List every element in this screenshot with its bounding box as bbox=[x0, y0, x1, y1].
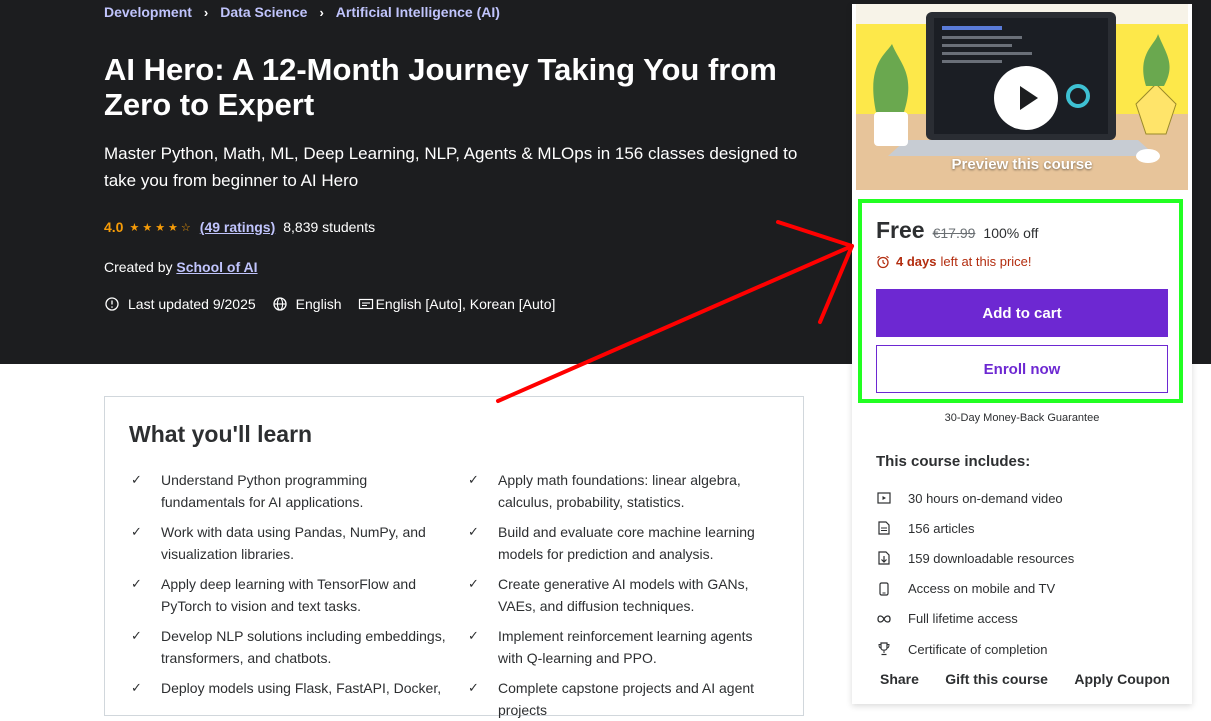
list-item-text: 159 downloadable resources bbox=[908, 550, 1075, 566]
includes-title: This course includes: bbox=[876, 453, 1031, 470]
list-item: ✓ Deploy models using Flask, FastAPI, Doc… bbox=[129, 677, 466, 721]
check-icon: ✓ bbox=[468, 524, 479, 539]
check-icon: ✓ bbox=[468, 576, 479, 591]
includes-list: 30 hours on-demand video 156 articles 15… bbox=[876, 483, 1176, 664]
list-item: ✓ Build and evaluate core machine learnin… bbox=[466, 521, 781, 565]
star-rating-icon: ★★★★☆ bbox=[129, 221, 194, 234]
check-icon: ✓ bbox=[131, 472, 142, 487]
created-by: Created by School of AI bbox=[104, 259, 258, 275]
download-icon bbox=[878, 551, 890, 566]
what-you-learn-title: What you'll learn bbox=[129, 421, 313, 447]
rating-row: 4.0 ★★★★☆ (49 ratings) 8,839 students bbox=[104, 219, 375, 235]
list-item: ✓ Work with data using Pandas, NumPy, and… bbox=[129, 521, 466, 565]
share-link[interactable]: Share bbox=[880, 671, 919, 687]
list-item-text: Develop NLP solutions including embeddin… bbox=[161, 628, 446, 666]
students-count: 8,839 students bbox=[283, 219, 376, 235]
list-item: ✓ Complete capstone projects and AI agent… bbox=[466, 677, 781, 721]
purchase-sidebar: Preview this course Free €17.99 100% off… bbox=[852, 4, 1192, 704]
list-item: ✓ Develop NLP solutions including embeddi… bbox=[129, 625, 466, 669]
list-item-text: Full lifetime access bbox=[908, 611, 1018, 627]
learn-list: ✓ Understand Python programming fundament… bbox=[129, 469, 781, 721]
ratings-count-link[interactable]: (49 ratings) bbox=[200, 219, 275, 235]
breadcrumb-development[interactable]: Development bbox=[104, 4, 192, 20]
sidebar-links: Share Gift this course Apply Coupon bbox=[880, 671, 1170, 687]
chevron-right-icon: › bbox=[203, 4, 209, 20]
course-captions: English [Auto], Korean [Auto] bbox=[358, 296, 556, 312]
alert-badge-icon bbox=[105, 297, 119, 311]
list-item-text: 30 hours on-demand video bbox=[908, 490, 1063, 506]
apply-coupon-link[interactable]: Apply Coupon bbox=[1074, 671, 1170, 687]
list-item: ✓ Understand Python programming fundament… bbox=[129, 469, 466, 513]
list-item: 159 downloadable resources bbox=[876, 543, 1176, 573]
list-item-text: Apply math foundations: linear algebra, … bbox=[498, 472, 741, 510]
check-icon: ✓ bbox=[131, 576, 142, 591]
last-updated-text: Last updated 9/2025 bbox=[128, 296, 256, 312]
what-you-learn-box: What you'll learn ✓ Understand Python pro… bbox=[104, 396, 804, 718]
breadcrumb: Development › Data Science › Artificial … bbox=[104, 4, 500, 20]
list-item: ✓ Implement reinforcement learning agents… bbox=[466, 625, 781, 669]
check-icon: ✓ bbox=[131, 628, 142, 643]
course-meta: Last updated 9/2025 English English [Aut… bbox=[104, 296, 571, 312]
course-subtitle: Master Python, Math, ML, Deep Learning, … bbox=[104, 144, 798, 190]
trophy-icon bbox=[878, 642, 890, 656]
preview-label: Preview this course bbox=[951, 156, 1093, 173]
globe-icon bbox=[273, 297, 287, 311]
rating-value: 4.0 bbox=[104, 219, 124, 235]
infinity-icon bbox=[877, 615, 891, 623]
list-item: 156 articles bbox=[876, 513, 1176, 543]
list-item: Certificate of completion bbox=[876, 634, 1176, 664]
play-icon bbox=[1020, 86, 1038, 110]
list-item-text: Complete capstone projects and AI agent … bbox=[498, 680, 755, 718]
list-item: Access on mobile and TV bbox=[876, 574, 1176, 604]
list-item-text: Access on mobile and TV bbox=[908, 581, 1056, 597]
play-button[interactable] bbox=[994, 66, 1058, 130]
author-link[interactable]: School of AI bbox=[176, 259, 257, 275]
list-item-text: Understand Python programming fundamenta… bbox=[161, 472, 368, 510]
chevron-right-icon: › bbox=[319, 4, 324, 20]
check-icon: ✓ bbox=[131, 524, 142, 539]
course-title: AI Hero: A 12-Month Journey Taking You f… bbox=[104, 52, 777, 122]
created-by-label: Created by bbox=[104, 259, 173, 275]
last-updated: Last updated 9/2025 bbox=[104, 296, 256, 312]
list-item: Full lifetime access bbox=[876, 604, 1176, 634]
list-item: 30 hours on-demand video bbox=[876, 483, 1176, 513]
list-item-text: Apply deep learning with TensorFlow and … bbox=[161, 576, 417, 614]
list-item: ✓ Apply math foundations: linear algebra,… bbox=[466, 469, 781, 513]
course-preview[interactable]: Preview this course bbox=[856, 4, 1188, 190]
captions-icon bbox=[358, 298, 373, 310]
list-item-text: Create generative AI models with GANs, V… bbox=[498, 576, 749, 614]
check-icon: ✓ bbox=[468, 472, 479, 487]
list-item-text: Work with data using Pandas, NumPy, and … bbox=[161, 524, 426, 562]
article-icon bbox=[878, 521, 890, 535]
list-item-text: Certificate of completion bbox=[908, 641, 1048, 657]
check-icon: ✓ bbox=[131, 680, 142, 695]
check-icon: ✓ bbox=[468, 628, 479, 643]
list-item-text: Deploy models using Flask, FastAPI, Dock… bbox=[161, 680, 442, 696]
breadcrumb-ai[interactable]: Artificial Intelligence (AI) bbox=[336, 4, 500, 20]
money-back-guarantee: 30-Day Money-Back Guarantee bbox=[944, 412, 1100, 424]
list-item: ✓ Apply deep learning with TensorFlow and… bbox=[129, 573, 466, 617]
list-item-text: Build and evaluate core machine learning… bbox=[498, 524, 755, 562]
video-icon bbox=[877, 492, 891, 504]
breadcrumb-data-science[interactable]: Data Science bbox=[220, 4, 307, 20]
mobile-icon bbox=[879, 582, 889, 596]
check-icon: ✓ bbox=[468, 680, 479, 695]
language-text: English bbox=[295, 296, 342, 312]
gift-course-link[interactable]: Gift this course bbox=[945, 671, 1048, 687]
list-item-text: 156 articles bbox=[908, 520, 975, 536]
course-language: English bbox=[272, 296, 342, 312]
list-item-text: Implement reinforcement learning agents … bbox=[498, 628, 753, 666]
list-item: ✓ Create generative AI models with GANs, … bbox=[466, 573, 781, 617]
captions-text: English [Auto], Korean [Auto] bbox=[375, 296, 556, 312]
highlight-box bbox=[858, 199, 1183, 403]
